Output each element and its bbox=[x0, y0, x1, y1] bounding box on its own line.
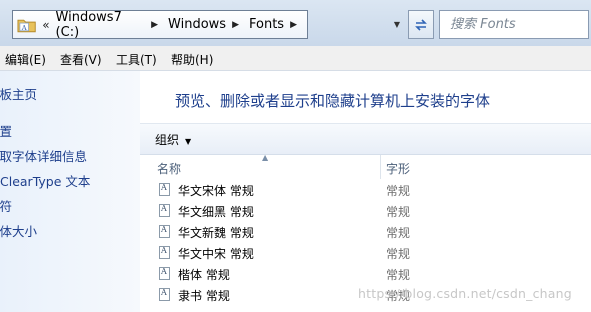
address-field[interactable]: A « Windows7 (C:) ▶ Windows ▶ Fonts ▶ bbox=[12, 10, 308, 40]
breadcrumb-arrow-icon[interactable]: ▶ bbox=[151, 20, 158, 30]
font-style: 常规 bbox=[386, 247, 411, 261]
refresh-icon bbox=[415, 18, 427, 31]
watermark: https://blog.csdn.net/csdn_chang bbox=[358, 286, 572, 301]
list-item[interactable]: 华文新魏 常规 常规 bbox=[140, 222, 591, 243]
font-name: 华文中宋 常规 bbox=[178, 247, 254, 261]
menu-edit[interactable]: 编辑(E) bbox=[5, 51, 46, 68]
page-title: 预览、删除或者显示和隐藏计算机上安装的字体 bbox=[175, 92, 491, 110]
chevron-down-icon: ▼ bbox=[185, 137, 192, 146]
command-bar: 组织 ▼ bbox=[140, 123, 591, 155]
breadcrumb-label: Windows7 (C:) bbox=[55, 9, 122, 40]
font-name: 华文宋体 常规 bbox=[178, 184, 254, 198]
font-style: 常规 bbox=[386, 205, 411, 219]
content-pane: 预览、删除或者显示和隐藏计算机上安装的字体 组织 ▼ ▲ 名称 字形 华文宋体 常… bbox=[140, 71, 591, 312]
list-item[interactable]: 华文宋体 常规 常规 bbox=[140, 180, 591, 201]
menu-tools[interactable]: 工具(T) bbox=[116, 51, 157, 68]
organize-label: 组织 bbox=[155, 133, 180, 147]
menu-view[interactable]: 查看(V) bbox=[60, 51, 102, 68]
font-file-icon bbox=[159, 204, 170, 217]
nav-item-settings[interactable]: 设置 bbox=[0, 121, 12, 140]
organize-button[interactable]: 组织 ▼ bbox=[155, 131, 191, 148]
address-bar-area: A « Windows7 (C:) ▶ Windows ▶ Fonts ▶ ▼ 搜索 … bbox=[0, 0, 591, 47]
search-input[interactable]: 搜索 Fonts bbox=[439, 10, 589, 39]
column-divider[interactable] bbox=[380, 155, 381, 179]
folder-icon: A bbox=[17, 19, 36, 32]
nav-item-character[interactable]: 字符 bbox=[0, 196, 12, 215]
breadcrumb-segment-drive[interactable]: Windows7 (C:) ▶ bbox=[56, 10, 165, 40]
breadcrumb-arrow-icon[interactable]: ▶ bbox=[232, 20, 239, 30]
font-file-icon bbox=[159, 267, 170, 280]
sort-arrow-icon: ▲ bbox=[262, 153, 269, 162]
nav-item-font-details[interactable]: 获取字体详细信息 bbox=[0, 146, 87, 165]
breadcrumb-arrow-icon[interactable]: ▶ bbox=[290, 20, 297, 30]
list-item[interactable]: 华文细黑 常规 常规 bbox=[140, 201, 591, 222]
list-item[interactable]: 楷体 常规 常规 bbox=[140, 264, 591, 285]
font-style: 常规 bbox=[386, 226, 411, 240]
font-file-icon bbox=[159, 225, 170, 238]
list-item[interactable]: 华文中宋 常规 常规 bbox=[140, 243, 591, 264]
nav-item-control-panel-home[interactable]: 面板主页 bbox=[0, 84, 37, 103]
nav-item-cleartype[interactable]: ClearType 文本 bbox=[0, 171, 90, 190]
history-chevron[interactable]: « bbox=[42, 18, 49, 32]
breadcrumb-label: Windows bbox=[168, 17, 227, 32]
font-file-icon bbox=[159, 183, 170, 196]
column-name[interactable]: 名称 bbox=[157, 160, 181, 177]
font-name: 楷体 常规 bbox=[178, 268, 230, 282]
menu-help[interactable]: 帮助(H) bbox=[171, 51, 213, 68]
column-header: ▲ 名称 字形 bbox=[140, 153, 591, 179]
font-style: 常规 bbox=[386, 184, 411, 198]
font-file-icon bbox=[159, 246, 170, 259]
navigation-pane: 面板主页 设置 获取字体详细信息 ClearType 文本 字符 字体大小 bbox=[0, 71, 140, 312]
address-dropdown-icon[interactable]: ▼ bbox=[392, 14, 402, 34]
breadcrumb-segment-fonts[interactable]: Fonts ▶ bbox=[249, 17, 303, 32]
menu-bar: 编辑(E) 查看(V) 工具(T) 帮助(H) bbox=[0, 46, 591, 71]
font-name: 华文细黑 常规 bbox=[178, 205, 254, 219]
column-style[interactable]: 字形 bbox=[386, 160, 410, 177]
font-name: 华文新魏 常规 bbox=[178, 226, 254, 240]
breadcrumb-label: Fonts bbox=[249, 17, 285, 32]
font-name: 隶书 常规 bbox=[178, 289, 230, 303]
refresh-button[interactable] bbox=[408, 10, 434, 39]
svg-text:A: A bbox=[21, 23, 27, 31]
nav-item-font-size[interactable]: 字体大小 bbox=[0, 221, 37, 240]
font-style: 常规 bbox=[386, 268, 411, 282]
font-file-icon bbox=[159, 288, 170, 301]
breadcrumb-segment-windows[interactable]: Windows ▶ bbox=[168, 17, 245, 32]
